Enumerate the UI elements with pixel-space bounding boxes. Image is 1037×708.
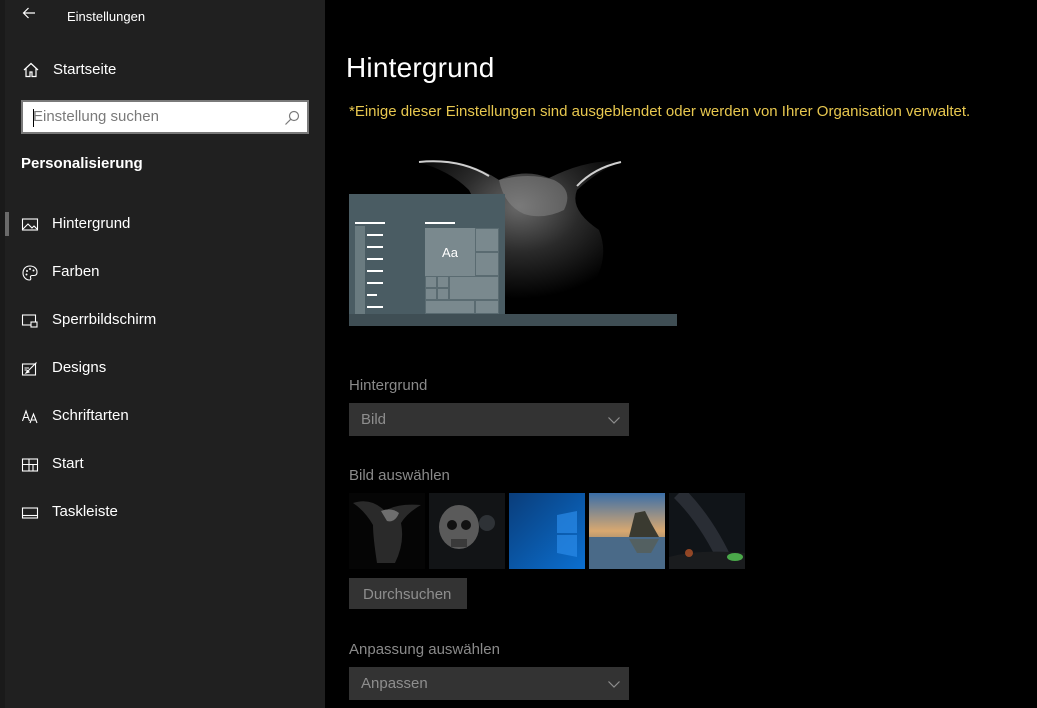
search-box[interactable]: Einstellung suchen [21,100,309,134]
preview-list-line [367,282,383,284]
back-button[interactable] [19,3,39,23]
picture-icon [21,218,39,231]
preview-tile [475,228,499,252]
sidebar-item-label: Sperrbildschirm [52,311,157,328]
home-label: Startseite [53,61,117,78]
preview-tile [437,276,449,288]
title-bar: Einstellungen [5,0,325,32]
thumbnail-dark-figure[interactable] [349,493,425,569]
sidebar-item-label: Taskleiste [52,503,118,520]
designs-icon [21,362,37,376]
back-arrow-icon [22,7,35,19]
preview-aa-tile: Aa [425,228,475,276]
sidebar-item-hintergrund[interactable]: Hintergrund [5,204,325,252]
chevron-down-icon [608,681,620,688]
sidebar-nav: Hintergrund Farben Sperrbildschirm Desig… [5,204,325,540]
main-content: Hintergrund *Einige dieser Einstellungen… [325,0,1037,708]
preview-tile [475,300,499,314]
start-icon [21,458,39,472]
sidebar-item-farben[interactable]: Farben [5,252,325,300]
home-icon [23,62,39,78]
sidebar-item-label: Hintergrund [52,215,131,232]
preview-tile [437,288,449,300]
preview-list-line [425,222,455,224]
preview-list-line [367,306,383,308]
preview-tile [475,252,499,276]
text-caret [33,109,34,127]
taskbar-icon [21,507,39,519]
background-preview: Aa [349,150,677,326]
search-icon[interactable] [284,110,300,126]
app-title: Einstellungen [67,9,146,24]
selection-indicator [5,212,9,236]
thumbnail-image [669,493,745,569]
background-type-label: Hintergrund [349,377,428,394]
browse-button[interactable]: Durchsuchen [349,578,467,609]
thumbnail-image [429,493,505,569]
thumbnail-image [589,493,665,569]
preview-list-line [367,294,377,296]
preview-start-menu: Aa [349,194,505,314]
preview-tile [425,300,475,314]
thumbnail-windows-blue[interactable] [509,493,585,569]
thumbnail-image [509,493,585,569]
preview-list-line [367,270,383,272]
preview-list-line [367,258,383,260]
sidebar-item-label: Start [52,455,84,472]
sidebar-item-start[interactable]: Start [5,444,325,492]
fonts-icon [21,409,38,424]
choose-picture-label: Bild auswählen [349,467,450,484]
fit-label: Anpassung auswählen [349,641,500,658]
preview-side-strip [355,226,365,314]
thumbnail-image [349,493,425,569]
policy-notice: *Einige dieser Einstellungen sind ausgeb… [349,103,971,120]
preview-list-line [367,246,383,248]
search-input[interactable]: Einstellung suchen [33,108,159,125]
sidebar-item-sperrbildschirm[interactable]: Sperrbildschirm [5,300,325,348]
chevron-down-icon [608,417,620,424]
browse-button-label: Durchsuchen [363,586,452,603]
preview-tile [425,288,437,300]
lock-screen-icon [21,314,38,328]
dropdown-value: Bild [361,411,387,428]
section-title: Personalisierung [21,155,143,172]
preview-list-line [355,222,385,224]
sidebar-item-schriftarten[interactable]: Schriftarten [5,396,325,444]
preview-tile [449,276,499,300]
sidebar-item-designs[interactable]: Designs [5,348,325,396]
sidebar: Einstellungen Startseite Einstellung suc… [5,0,325,708]
sidebar-home[interactable]: Startseite [5,52,325,88]
page-title: Hintergrund [346,52,495,83]
preview-taskbar [349,314,677,326]
thumbnail-beach-rocks[interactable] [589,493,665,569]
preview-tile [425,276,437,288]
background-type-dropdown[interactable]: Bild [349,403,629,436]
palette-icon [22,265,38,281]
sidebar-item-label: Schriftarten [52,407,129,424]
dropdown-value: Anpassen [361,675,428,692]
preview-list-line [367,234,383,236]
fit-dropdown[interactable]: Anpassen [349,667,629,700]
thumbnail-night-sky[interactable] [669,493,745,569]
picture-thumbnails [349,493,749,569]
sidebar-item-taskleiste[interactable]: Taskleiste [5,492,325,540]
sidebar-item-label: Farben [52,263,100,280]
sidebar-item-label: Designs [52,359,107,376]
thumbnail-skull[interactable] [429,493,505,569]
